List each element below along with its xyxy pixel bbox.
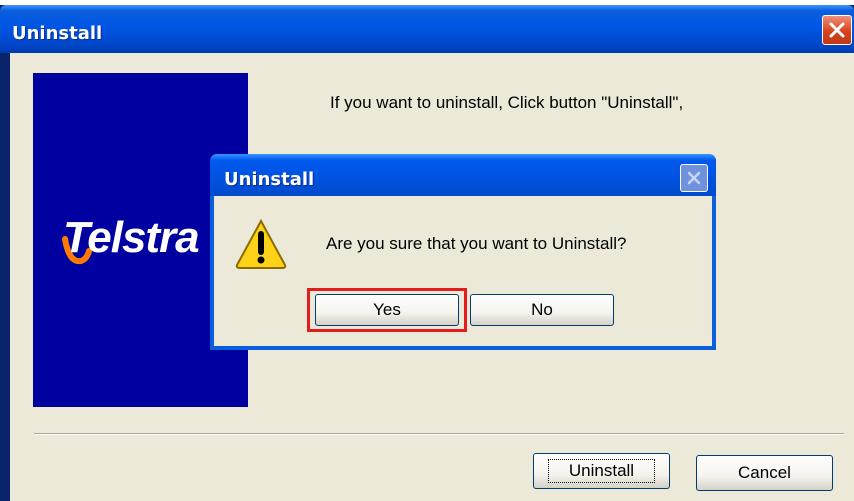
window-title: Uninstall — [12, 23, 103, 44]
yes-button-label: Yes — [373, 300, 401, 319]
close-icon — [687, 171, 701, 185]
cancel-button-label: Cancel — [738, 463, 791, 482]
confirm-titlebar[interactable]: Uninstall — [210, 154, 716, 196]
uninstall-button-label: Uninstall — [547, 459, 656, 483]
close-icon — [829, 22, 845, 38]
yes-button[interactable]: Yes — [315, 294, 459, 326]
no-button[interactable]: No — [470, 294, 614, 326]
warning-icon — [235, 218, 287, 269]
instruction-text: If you want to uninstall, Click button "… — [330, 93, 684, 112]
logo-text: Telstra — [63, 213, 200, 262]
window-titlebar[interactable]: Uninstall — [0, 5, 854, 53]
cancel-button[interactable]: Cancel — [696, 455, 833, 491]
no-button-label: No — [531, 300, 553, 319]
uninstall-button[interactable]: Uninstall — [533, 453, 670, 489]
close-button[interactable] — [822, 15, 852, 45]
confirm-client-area: Are you sure that you want to Uninstall?… — [214, 196, 712, 346]
confirm-close-button[interactable] — [680, 164, 708, 192]
separator — [34, 433, 844, 435]
confirm-message: Are you sure that you want to Uninstall? — [326, 234, 627, 253]
confirm-title: Uninstall — [224, 169, 315, 190]
confirm-dialog: Uninstall Are you sure that you want to … — [210, 154, 716, 350]
